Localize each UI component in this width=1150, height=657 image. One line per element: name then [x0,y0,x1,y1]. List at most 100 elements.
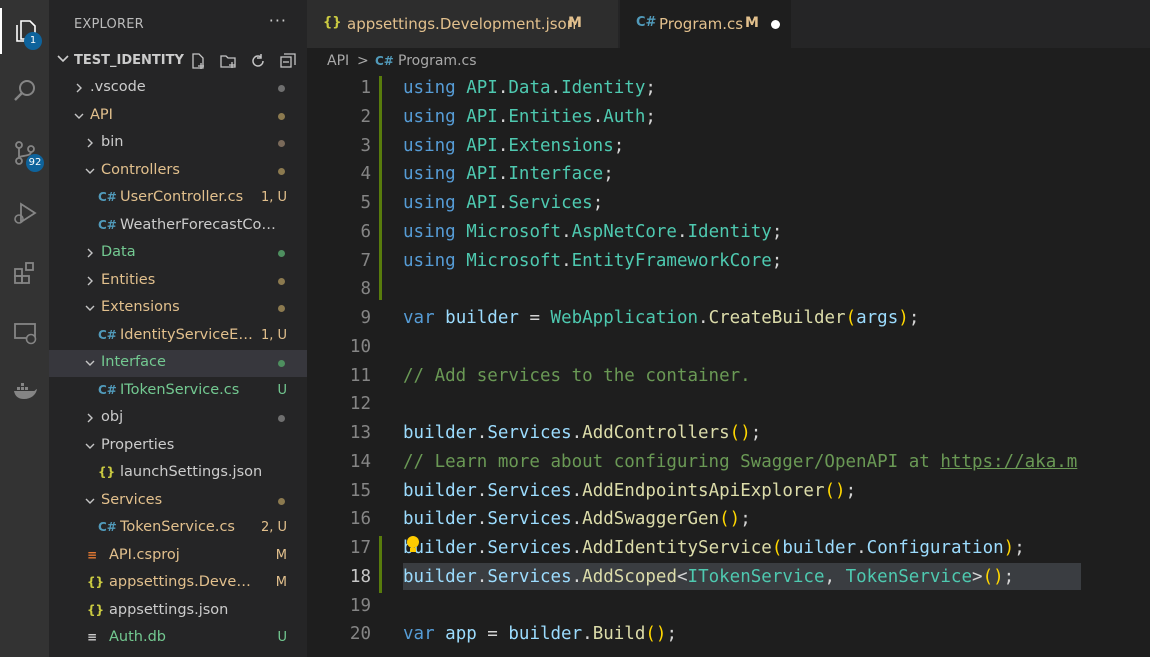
code-line[interactable]: // Add services to the container. [403,366,751,386]
tree-folder-row[interactable]: bin [49,130,307,157]
tree-file-row[interactable]: C# UserController.cs 1, U [49,185,307,212]
more-actions-button[interactable]: ··· [269,11,287,30]
tab-program-cs[interactable]: C# Program.cs M [620,0,791,48]
remote-explorer-icon [13,323,36,345]
git-status-dot [278,305,285,312]
tree-folder-row[interactable]: Interface [49,350,307,377]
tree-item-label: API.csproj [109,546,180,563]
workspace-root-label: TEST_IDENTITY [74,53,184,68]
workspace-root-header[interactable]: TEST_IDENTITY [49,48,307,74]
tree-file-row[interactable]: {} appsettings.json [49,598,307,625]
rss-file-icon: ≡ [87,547,98,562]
tree-folder-row[interactable]: Data [49,240,307,267]
tab-label: appsettings.Development.json [347,15,577,33]
search-icon [13,80,35,101]
line-number: 4 [360,164,371,185]
code-line[interactable]: var app = builder.Build(); [403,624,677,644]
chevron-right-icon [87,413,93,423]
code-line[interactable]: using Microsoft.AspNetCore.Identity; [403,222,782,242]
code-line[interactable]: builder.Services.AddIdentityService(buil… [403,538,1025,558]
line-number: 15 [349,480,371,501]
tree-file-row[interactable]: {} appsettings.Develop... M [49,570,307,597]
tree-file-row[interactable]: C#WeatherForecastControll... [49,213,307,240]
csharp-file-icon: C# [98,520,117,534]
tree-file-row[interactable]: C# ITokenService.cs U [49,378,307,405]
line-number: 5 [360,193,371,213]
json-file-icon: {} [87,575,105,589]
line-number: 3 [360,135,371,156]
editor-tabs: {} appsettings.Development.json M C# Pro… [307,0,1150,48]
collapse-all-icon[interactable] [279,52,297,70]
docker-activity-button[interactable] [0,368,49,414]
tree-item-label: Interface [101,354,166,370]
activity-bar: 1 92 [0,0,49,657]
breadcrumb-file[interactable]: Program.cs [398,53,477,69]
extensions-activity-button[interactable] [0,250,49,296]
csharp-file-icon: C# [98,217,117,232]
code-line[interactable]: builder.Services.AddEndpointsApiExplorer… [403,481,856,501]
code-line[interactable]: using API.Entities.Auth; [403,107,656,127]
new-file-icon[interactable] [189,52,207,70]
line-number: 14 [349,451,371,472]
git-status-dot [278,415,285,422]
chevron-down-icon [74,113,84,119]
tree-file-row[interactable]: C# TokenService.cs 2, U [49,515,307,542]
tree-folder-row[interactable]: Properties [49,433,307,460]
tree-item-label: TokenService.cs [120,519,235,535]
tree-file-row[interactable]: ≡ Auth.db U [49,625,307,652]
tree-item-label: .vscode [90,79,146,95]
code-editor[interactable]: 1 2 3 4 5 6 7 8 9 10 11 12 13 14 15 16 17 18 19 20 using AP… [307,74,1150,657]
git-status-badge: M [275,547,287,563]
search-activity-button[interactable] [0,68,49,114]
git-status-badge: 1, U [260,327,287,343]
unsaved-dot-icon[interactable] [771,20,780,29]
run-debug-activity-button[interactable] [0,190,49,236]
code-line[interactable]: using API.Data.Identity; [403,78,656,98]
json-file-icon: {} [323,15,342,30]
tree-folder-row[interactable]: Controllers [49,158,307,185]
code-line[interactable]: using API.Extensions; [403,136,624,156]
line-number: 12 [349,394,371,415]
tree-file-row[interactable]: C# IdentityServiceExt... 1, U [49,323,307,350]
git-status-dot [278,250,285,257]
tree-folder-row[interactable]: Extensions [49,295,307,322]
breadcrumb: API > C# Program.cs [307,48,1150,74]
tree-folder-row[interactable]: Entities [49,268,307,295]
line-number: 9 [360,308,371,328]
line-number: 20 [349,624,371,645]
code-line[interactable]: var builder = WebApplication.CreateBuild… [403,308,919,328]
tree-folder-row[interactable]: API [49,103,307,130]
tree-item-label: Controllers [101,161,180,178]
chevron-right-icon [87,248,93,258]
tab-modified-status: M [568,15,582,31]
explorer-badge: 1 [24,32,42,50]
tree-file-row[interactable]: {} launchSettings.json [49,460,307,487]
tree-folder-row[interactable]: obj [49,405,307,432]
line-number: 10 [349,336,371,357]
code-line[interactable]: using Microsoft.EntityFrameworkCore; [403,251,782,271]
tree-folder-row[interactable]: .vscode [49,75,307,102]
lightbulb-icon[interactable] [404,534,422,556]
code-line[interactable]: builder.Services.AddSwaggerGen(); [403,509,751,529]
tree-file-row[interactable]: ≡ API.csproj M [49,543,307,570]
tree-item-label: obj [101,409,124,425]
refresh-icon[interactable] [249,52,267,70]
source-control-activity-button[interactable]: 92 [0,130,49,176]
breadcrumb-folder[interactable]: API [327,53,349,69]
code-line[interactable]: using API.Interface; [403,164,614,184]
code-line[interactable]: using API.Services; [403,193,603,213]
code-line[interactable]: builder.Services.AddControllers(); [403,423,761,443]
code-line[interactable]: builder.Services.AddScoped<ITokenService… [403,567,1014,587]
tab-appsettings-development[interactable]: {} appsettings.Development.json M [307,0,618,48]
tree-item-label: Extensions [101,299,180,315]
line-number: 13 [349,423,371,443]
explorer-activity-button[interactable]: 1 [0,8,49,54]
remote-explorer-activity-button[interactable] [0,310,49,356]
database-file-icon: ≡ [87,630,98,644]
new-folder-icon[interactable] [219,52,237,70]
tree-folder-row[interactable]: Services [49,488,307,515]
git-status-dot [278,140,285,147]
code-line[interactable]: // Learn more about configuring Swagger/… [403,452,1077,472]
tab-label: Program.cs [659,15,744,33]
tree-item-label: API [90,106,113,123]
